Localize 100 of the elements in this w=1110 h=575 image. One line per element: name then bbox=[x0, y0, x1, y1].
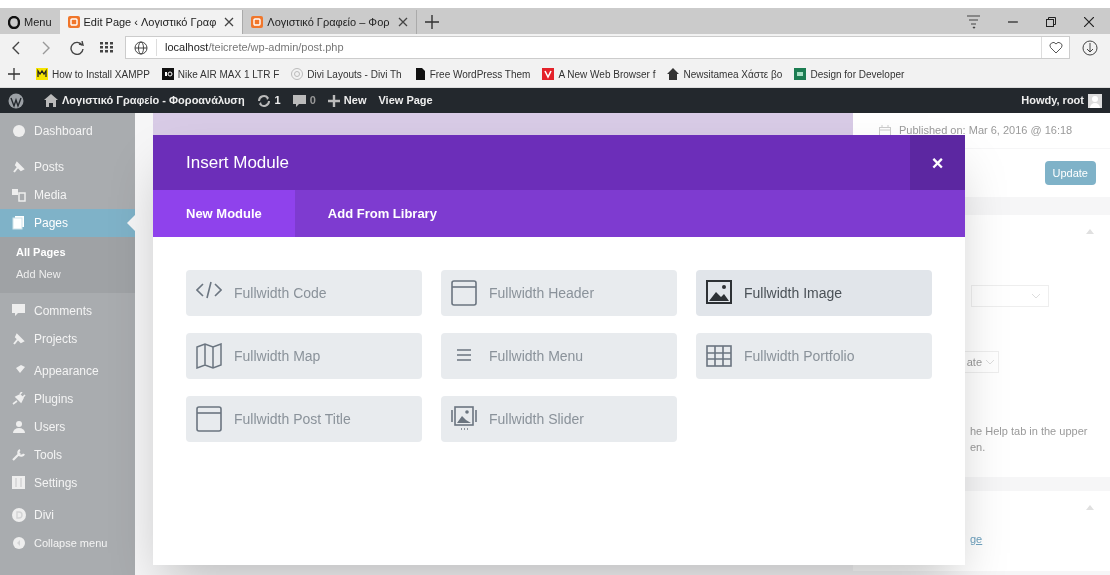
sidebar-menu-item[interactable]: Appearance bbox=[0, 357, 135, 385]
browser-tab[interactable]: Edit Page ‹ Λογιστικό Γραφ bbox=[59, 10, 244, 34]
menu-item-icon bbox=[12, 160, 26, 174]
bookmark-favicon-icon bbox=[667, 68, 680, 80]
site-favicon-icon bbox=[67, 16, 80, 28]
chevron-down-icon bbox=[1032, 293, 1040, 299]
site-name-link[interactable]: Λογιστικό Γραφείο - Φοροανάλυση bbox=[44, 92, 245, 109]
tab-title: Edit Page ‹ Λογιστικό Γραφ bbox=[83, 14, 218, 30]
new-tab-icon[interactable] bbox=[424, 15, 439, 29]
speed-dial-icon[interactable] bbox=[100, 42, 113, 53]
sidebar-menu-item[interactable]: Comments bbox=[0, 297, 135, 325]
opera-menu-button[interactable]: Menu bbox=[0, 10, 60, 34]
bookmark-link[interactable]: How to Install XAMPP bbox=[36, 66, 150, 82]
sidebar-menu-item[interactable]: Projects bbox=[0, 325, 135, 353]
sidebar-menu-item[interactable]: Settings bbox=[0, 469, 135, 497]
module-icon bbox=[451, 406, 477, 432]
menu-item-icon bbox=[12, 420, 26, 434]
download-icon[interactable] bbox=[1082, 39, 1098, 56]
opera-logo-icon bbox=[8, 15, 20, 29]
wordpress-logo-icon[interactable] bbox=[8, 92, 24, 109]
submenu-item[interactable]: All Pages bbox=[0, 241, 135, 263]
comments-link[interactable]: 0 bbox=[292, 92, 316, 109]
new-link[interactable]: New bbox=[327, 92, 367, 109]
submenu-item[interactable]: Add New bbox=[0, 263, 135, 285]
close-icon[interactable] bbox=[397, 17, 408, 27]
module-icon bbox=[706, 343, 732, 369]
help-text: he Help tab in the upper bbox=[970, 424, 1088, 439]
sidebar-menu-item[interactable]: Users bbox=[0, 413, 135, 441]
module-card[interactable]: Fullwidth Post Title bbox=[186, 396, 422, 442]
add-icon[interactable] bbox=[8, 68, 20, 80]
forward-icon[interactable] bbox=[41, 40, 50, 55]
bookmark-favicon-icon bbox=[291, 68, 304, 80]
bookmark-link[interactable]: Free WordPress Them bbox=[413, 66, 531, 82]
menu-item-icon bbox=[12, 476, 26, 490]
account-link[interactable]: Howdy, root bbox=[1021, 92, 1102, 109]
menu-item-icon bbox=[12, 304, 26, 318]
menu-item-icon bbox=[12, 188, 26, 202]
reload-icon[interactable] bbox=[70, 40, 84, 55]
module-card[interactable]: Fullwidth Code bbox=[186, 270, 422, 316]
module-icon bbox=[196, 343, 222, 369]
sidebar-menu-item[interactable]: Tools bbox=[0, 441, 135, 469]
updates-link[interactable]: 1 bbox=[256, 92, 281, 109]
sidebar-menu-item[interactable]: Collapse menu bbox=[0, 529, 135, 557]
sidebar-menu-item[interactable]: Divi bbox=[0, 501, 135, 529]
module-card[interactable]: Fullwidth Header bbox=[441, 270, 677, 316]
menu-item-icon bbox=[12, 448, 26, 462]
site-favicon-icon bbox=[251, 16, 264, 28]
bookmark-favicon-icon bbox=[794, 68, 807, 80]
sidebar-menu-item[interactable]: Plugins bbox=[0, 385, 135, 413]
home-icon bbox=[44, 94, 58, 107]
bookmark-link[interactable]: Nike AIR MAX 1 LTR F bbox=[161, 66, 280, 82]
close-button[interactable]: × bbox=[910, 135, 965, 190]
help-text: en. bbox=[970, 440, 987, 455]
bookmark-favicon-icon bbox=[413, 68, 426, 80]
close-icon[interactable] bbox=[1084, 17, 1094, 27]
bookmark-link[interactable]: Newsitamea Χάστε βο bbox=[667, 66, 783, 82]
view-page-link[interactable]: View Page bbox=[378, 92, 433, 109]
bookmark-link[interactable]: Divi Layouts - Divi Th bbox=[291, 66, 402, 82]
restore-icon[interactable] bbox=[1046, 17, 1056, 27]
bookmark-link[interactable]: A New Web Browser f bbox=[542, 66, 656, 82]
module-card[interactable]: Fullwidth Slider bbox=[441, 396, 677, 442]
module-icon bbox=[196, 406, 222, 432]
calendar-icon bbox=[879, 124, 891, 137]
heart-icon[interactable] bbox=[1048, 41, 1063, 54]
menu-item-icon bbox=[12, 392, 26, 406]
address-field[interactable]: localhost/teicrete/wp-admin/post.php bbox=[125, 36, 1070, 59]
bookmark-favicon-icon bbox=[542, 68, 555, 80]
module-card[interactable]: Fullwidth Portfolio bbox=[696, 333, 932, 379]
url-text: localhost/teicrete/wp-admin/post.php bbox=[156, 39, 344, 56]
sidebar-menu-item[interactable]: Pages bbox=[0, 209, 135, 237]
dropdown-field[interactable] bbox=[971, 285, 1049, 307]
module-icon bbox=[706, 280, 732, 306]
bookmark-favicon-icon bbox=[36, 68, 48, 80]
avatar-icon bbox=[1088, 93, 1102, 108]
modal-title: Insert Module bbox=[185, 151, 290, 174]
back-icon[interactable] bbox=[12, 40, 21, 55]
chevron-down-icon bbox=[986, 359, 994, 365]
speech-bubble-icon bbox=[292, 94, 306, 107]
module-card[interactable]: Fullwidth Map bbox=[186, 333, 422, 379]
menu-item-icon bbox=[12, 536, 26, 550]
menu-item-icon bbox=[12, 332, 26, 346]
update-button[interactable]: Update bbox=[1044, 161, 1096, 185]
menu-item-icon bbox=[12, 216, 26, 230]
menu-item-icon bbox=[12, 508, 26, 522]
bookmark-favicon-icon bbox=[161, 68, 174, 80]
close-icon[interactable] bbox=[224, 17, 235, 27]
sidebar-menu-item[interactable]: Posts bbox=[0, 153, 135, 181]
globe-icon bbox=[134, 40, 148, 55]
refresh-icon bbox=[256, 93, 271, 108]
plus-icon bbox=[327, 94, 340, 107]
modal-tab[interactable]: New Module bbox=[153, 190, 295, 237]
tab-title: Λογιστικό Γραφείο – Φορ bbox=[267, 14, 391, 30]
module-card[interactable]: Fullwidth Menu bbox=[441, 333, 677, 379]
link[interactable]: ge bbox=[970, 531, 983, 548]
sidebar-menu-item[interactable]: Dashboard bbox=[0, 117, 135, 145]
menu-item-icon bbox=[12, 124, 26, 138]
bookmark-link[interactable]: Design for Developer bbox=[794, 66, 905, 82]
module-card[interactable]: Fullwidth Image bbox=[696, 270, 932, 316]
sidebar-menu-item[interactable]: Media bbox=[0, 181, 135, 209]
module-icon bbox=[451, 280, 477, 306]
